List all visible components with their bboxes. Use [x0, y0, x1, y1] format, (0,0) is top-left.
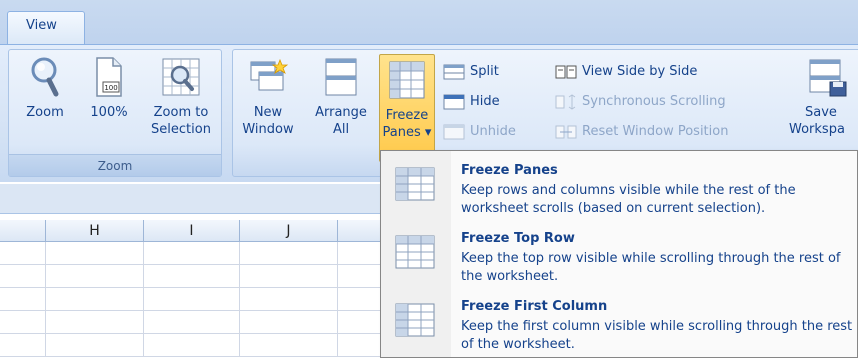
grid-cell[interactable] — [144, 311, 240, 334]
unhide-button[interactable]: Unhide — [443, 122, 516, 142]
grid-cell[interactable] — [0, 242, 46, 265]
freeze-panes-icon — [389, 61, 425, 99]
view-side-by-side-button[interactable]: View Side by Side — [555, 62, 697, 82]
zoom-to-selection-label-1: Zoom to — [153, 105, 209, 120]
freeze-top-row-menu-icon — [395, 235, 435, 269]
reset-window-position-icon — [555, 125, 577, 138]
grid-cell[interactable] — [0, 311, 46, 334]
new-window-icon — [250, 58, 289, 91]
grid-cell[interactable] — [240, 334, 338, 357]
freeze-top-row-description: Keep the top row visible while scrolling… — [461, 251, 841, 284]
freeze-first-column-description: Keep the first column visible while scro… — [461, 319, 853, 352]
zoom-to-selection-label-2: Selection — [151, 122, 211, 137]
grid-cell[interactable] — [46, 288, 144, 311]
grid-cell[interactable] — [46, 265, 144, 288]
freeze-panes-label-2: Panes ▾ — [382, 125, 432, 140]
svg-text:100: 100 — [104, 84, 117, 92]
menu-item-freeze-top-row[interactable]: Freeze Top Row Keep the top row visible … — [381, 223, 857, 289]
freeze-top-row-title: Freeze Top Row — [461, 231, 575, 246]
arrange-all-icon — [325, 58, 357, 96]
save-workspace-button[interactable]: Save Workspa — [785, 56, 858, 138]
grid-cell[interactable] — [338, 242, 382, 265]
column-j-label: J — [286, 223, 291, 239]
grid-cell[interactable] — [338, 288, 382, 311]
grid-cell[interactable] — [0, 334, 46, 357]
grid-cell[interactable] — [0, 265, 46, 288]
zoom-group-label: Zoom — [9, 154, 221, 176]
zoom-label: Zoom — [26, 105, 64, 120]
freeze-panes-button[interactable]: Freeze Panes ▾ — [379, 54, 435, 162]
grid-cell[interactable] — [338, 311, 382, 334]
zoom-to-selection-button[interactable]: Zoom to Selection — [143, 56, 219, 138]
freeze-panes-menu: Freeze Panes Keep rows and columns visib… — [380, 150, 858, 358]
column-header-j[interactable]: J — [240, 220, 338, 242]
grid-cell[interactable] — [46, 311, 144, 334]
column-i-label: I — [189, 223, 194, 239]
arrange-all-button[interactable]: Arrange All — [309, 56, 373, 138]
column-header-h[interactable]: H — [46, 220, 144, 242]
save-workspace-label-2: Workspa — [789, 122, 845, 137]
grid-cell[interactable] — [46, 242, 144, 265]
menu-item-freeze-panes[interactable]: Freeze Panes Keep rows and columns visib… — [381, 155, 857, 221]
grid-cell[interactable] — [144, 288, 240, 311]
column-header-i[interactable]: I — [144, 220, 240, 242]
magnifier-icon — [31, 57, 59, 97]
grid-cell[interactable] — [46, 334, 144, 357]
view-side-by-side-label: View Side by Side — [582, 64, 698, 79]
tab-view-label: View — [26, 18, 57, 33]
freeze-panes-menu-icon — [395, 167, 435, 201]
zoom-to-selection-icon — [162, 58, 200, 96]
zoom-100-label: 100% — [90, 105, 128, 120]
column-header-k[interactable] — [338, 220, 382, 242]
page-100-icon: 100 — [96, 57, 122, 97]
zoom-100-button[interactable]: 100 100% — [81, 56, 137, 121]
grid-cell[interactable] — [144, 265, 240, 288]
grid-cell[interactable] — [240, 311, 338, 334]
menu-item-freeze-first-column[interactable]: Freeze First Column Keep the first colum… — [381, 291, 857, 357]
hide-window-icon — [443, 94, 465, 109]
grid-cell[interactable] — [240, 265, 338, 288]
synchronous-scrolling-button[interactable]: Synchronous Scrolling — [555, 92, 726, 112]
grid-cell[interactable] — [240, 288, 338, 311]
grid-cell[interactable] — [144, 242, 240, 265]
hide-button[interactable]: Hide — [443, 92, 500, 112]
hide-label: Hide — [470, 94, 500, 109]
new-window-label-1: New — [253, 105, 283, 120]
freeze-panes-description: Keep rows and columns visible while the … — [461, 183, 796, 216]
unhide-window-icon — [443, 124, 465, 139]
zoom-group: Zoom 100 100% Zoom to Selection Zoom — [8, 49, 222, 177]
new-window-button[interactable]: New Window — [237, 56, 299, 138]
column-h-label: H — [89, 223, 100, 239]
ribbon-tab-strip — [0, 0, 858, 44]
grid-cell[interactable] — [338, 265, 382, 288]
zoom-button[interactable]: Zoom — [17, 56, 73, 121]
grid-cell[interactable] — [0, 288, 46, 311]
freeze-first-column-menu-icon — [395, 303, 435, 337]
row-header-corner — [0, 220, 46, 242]
side-by-side-icon — [555, 65, 577, 78]
split-label: Split — [470, 64, 499, 79]
grid-cell[interactable] — [240, 242, 338, 265]
freeze-panes-label-1: Freeze — [385, 108, 429, 123]
save-workspace-label-1: Save — [805, 105, 837, 120]
arrange-all-label-1: Arrange — [315, 105, 367, 120]
grid-cell[interactable] — [338, 334, 382, 357]
new-window-label-2: Window — [242, 122, 294, 137]
split-icon — [443, 64, 465, 79]
split-button[interactable]: Split — [443, 62, 499, 82]
freeze-panes-title: Freeze Panes — [461, 163, 558, 178]
synchronous-scrolling-icon — [555, 93, 576, 110]
reset-window-position-button[interactable]: Reset Window Position — [555, 122, 728, 142]
reset-window-position-label: Reset Window Position — [582, 124, 729, 139]
tab-view[interactable]: View — [7, 11, 85, 45]
save-workspace-icon — [809, 59, 847, 97]
arrange-all-label-2: All — [332, 122, 350, 137]
freeze-first-column-title: Freeze First Column — [461, 299, 608, 314]
unhide-label: Unhide — [470, 124, 516, 139]
grid-cell[interactable] — [144, 334, 240, 357]
synchronous-scrolling-label: Synchronous Scrolling — [582, 94, 726, 109]
